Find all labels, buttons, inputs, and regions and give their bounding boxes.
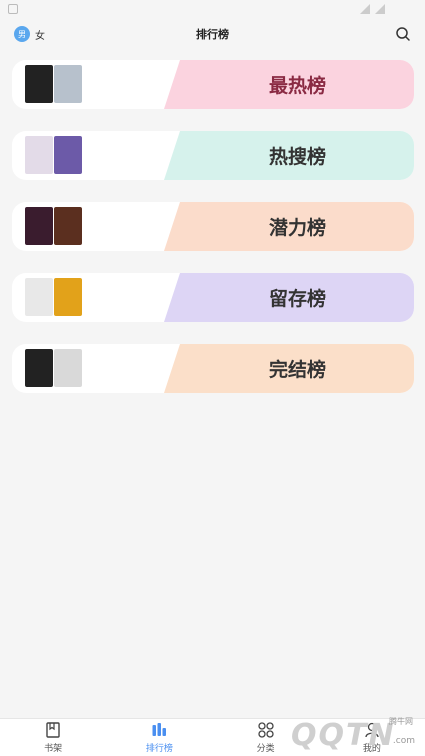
ranking-card-label: 潜力榜 bbox=[268, 217, 326, 239]
wifi-icon bbox=[360, 4, 370, 14]
ranking-card-label: 最热榜 bbox=[268, 75, 326, 97]
ranking-card-retention[interactable]: 留存榜 bbox=[12, 273, 414, 322]
watermark-text: QQTN bbox=[291, 718, 396, 753]
bookshelf-icon bbox=[46, 722, 60, 738]
tab-bookshelf[interactable]: 书架 bbox=[0, 719, 106, 756]
top-header: 男 女 排行榜 bbox=[0, 20, 425, 48]
book-cover bbox=[25, 207, 53, 245]
ranking-card-hot[interactable]: 最热榜 bbox=[12, 60, 414, 109]
book-cover bbox=[25, 65, 53, 103]
tab-label: 排行榜 bbox=[145, 744, 173, 754]
ranking-card-completed[interactable]: 完结榜 bbox=[12, 344, 414, 393]
status-bar bbox=[0, 0, 425, 20]
cover-group bbox=[25, 278, 82, 316]
cover-group bbox=[25, 65, 82, 103]
signal-icon bbox=[375, 4, 385, 14]
book-cover bbox=[54, 278, 82, 316]
cover-group bbox=[25, 349, 82, 387]
book-cover bbox=[25, 278, 53, 316]
chart-bars-icon bbox=[152, 723, 167, 736]
book-cover bbox=[54, 207, 82, 245]
ranking-card-label: 留存榜 bbox=[268, 288, 326, 310]
cover-group bbox=[25, 136, 82, 174]
book-cover bbox=[25, 349, 53, 387]
tab-label: 书架 bbox=[44, 744, 63, 754]
ranking-card-label: 完结榜 bbox=[268, 359, 326, 381]
ranking-card-potential[interactable]: 潜力榜 bbox=[12, 202, 414, 251]
page-title: 排行榜 bbox=[196, 28, 229, 41]
book-cover bbox=[54, 349, 82, 387]
ranking-card-search[interactable]: 热搜榜 bbox=[12, 131, 414, 180]
cover-group bbox=[25, 207, 82, 245]
ranking-list: 最热榜 热搜榜 潜力榜 留存榜 完结榜 bbox=[12, 60, 414, 415]
notification-icon bbox=[8, 4, 18, 14]
tab-ranking[interactable]: 排行榜 bbox=[106, 719, 212, 756]
book-cover bbox=[54, 65, 82, 103]
search-icon[interactable] bbox=[395, 26, 411, 42]
ranking-card-label: 热搜榜 bbox=[268, 146, 326, 168]
book-cover bbox=[25, 136, 53, 174]
watermark-site: 腾牛网 bbox=[389, 717, 413, 726]
book-cover bbox=[54, 136, 82, 174]
watermark-logo: QQTN 腾牛网 .com bbox=[269, 712, 419, 756]
watermark-domain: .com bbox=[392, 736, 415, 746]
